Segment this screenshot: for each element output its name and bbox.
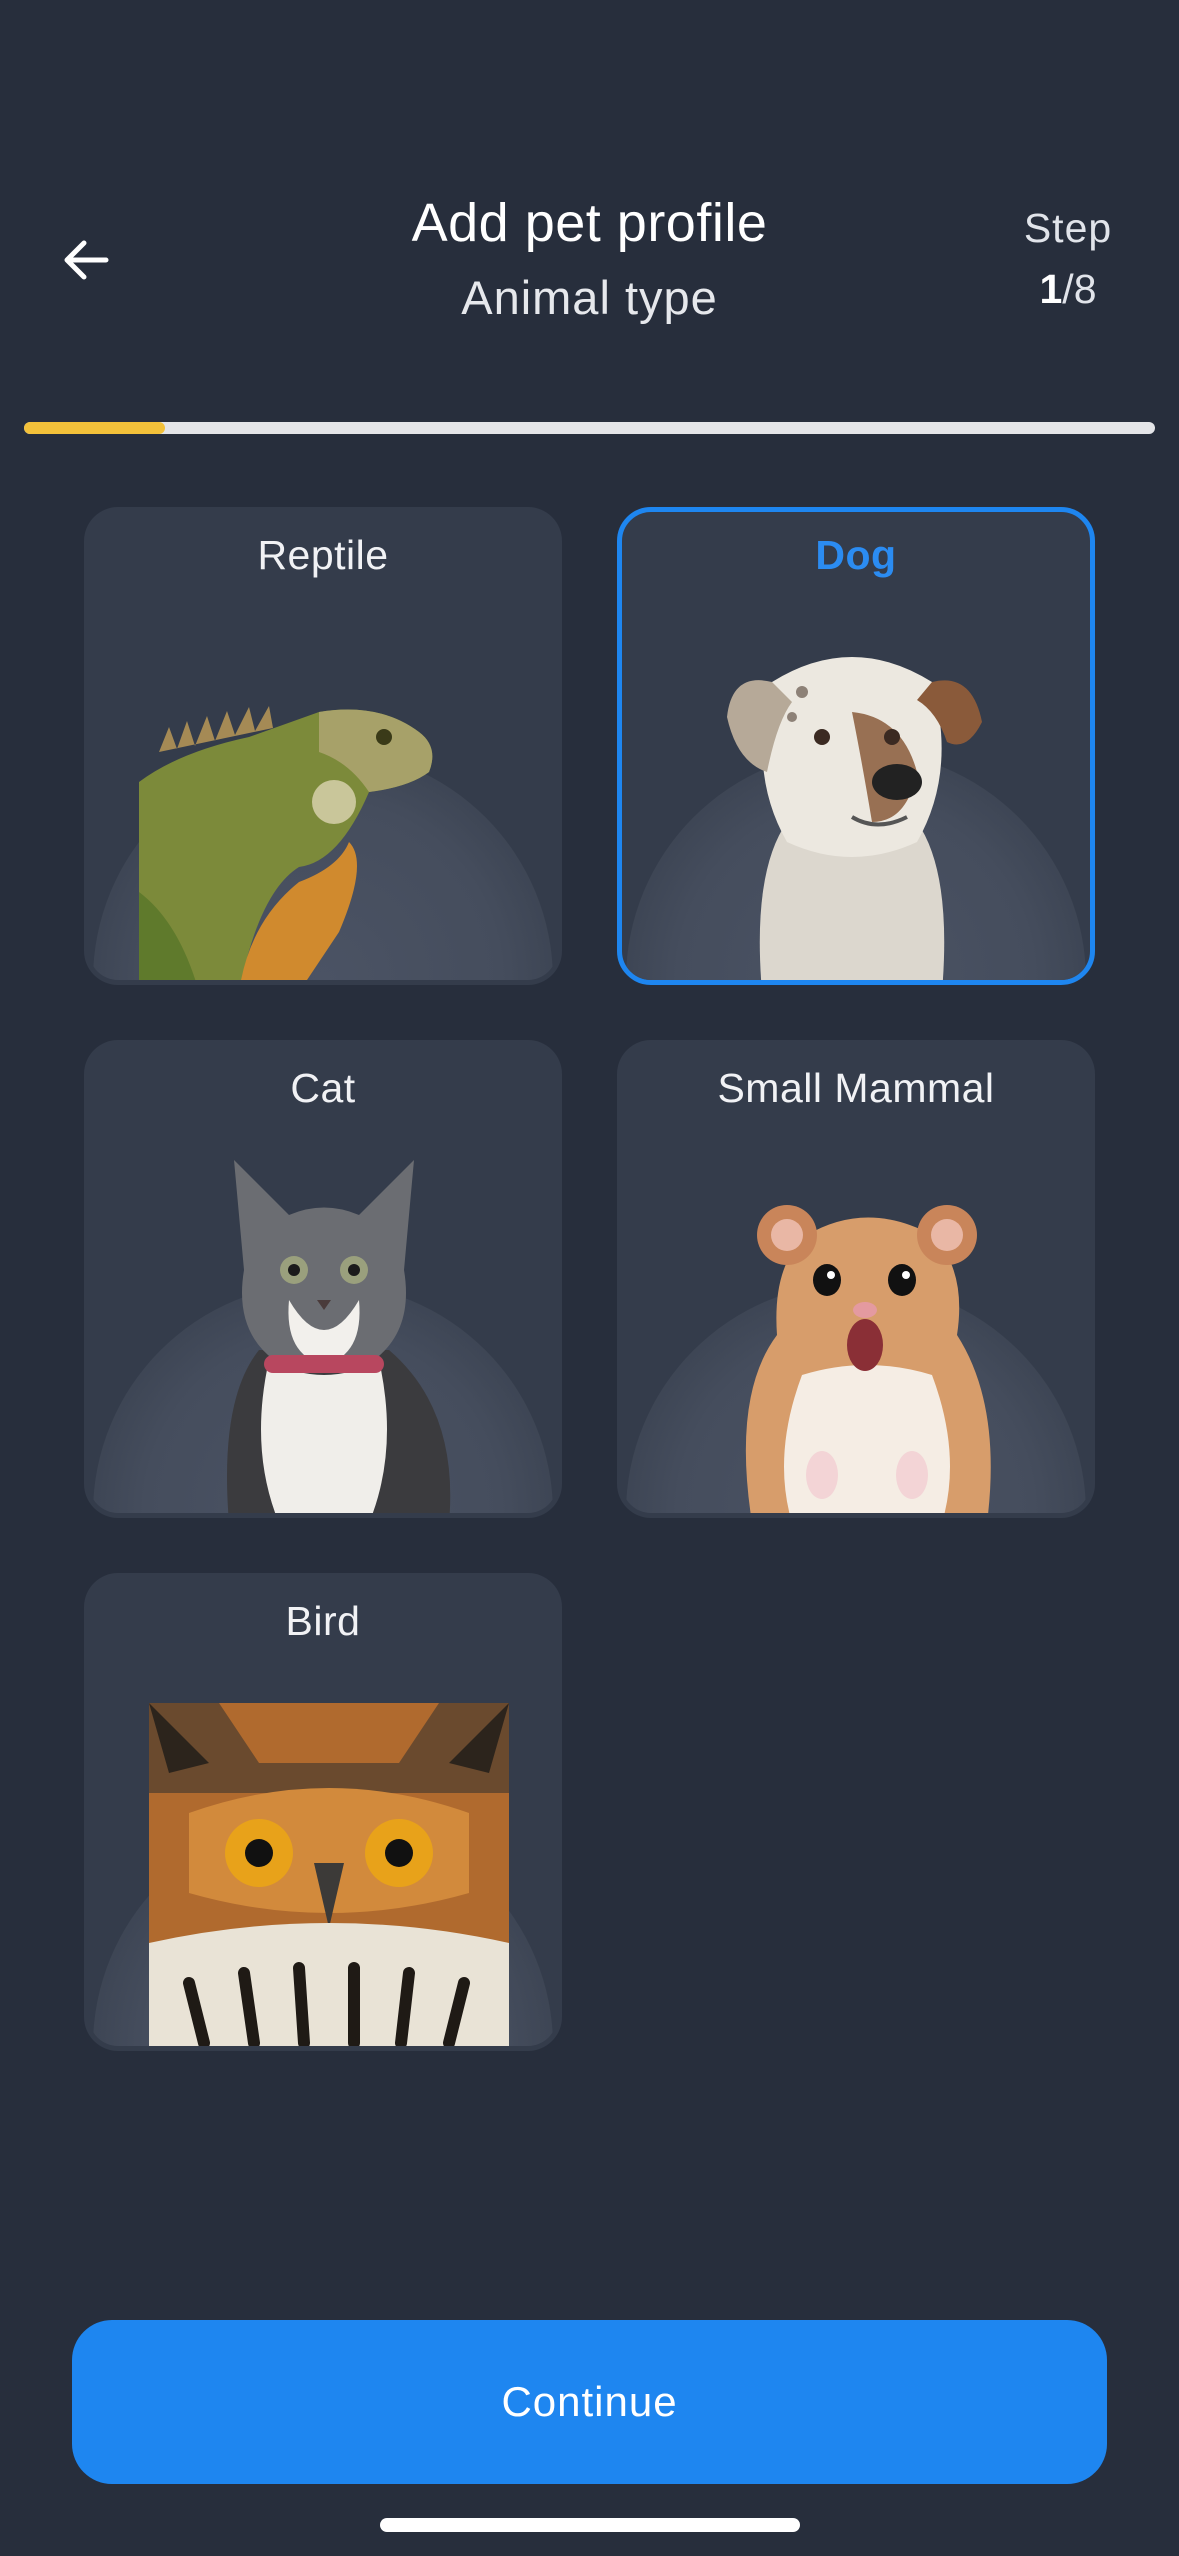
add-pet-profile-screen: Add pet profile Animal type Step 1/8 Rep… [0,0,1179,2556]
progress-fill [24,422,166,434]
animal-card-bird[interactable]: Bird [84,1573,562,2051]
step-indicator: Step 1/8 [983,205,1153,313]
animal-card-label: Cat [290,1065,356,1111]
progress-bar [24,422,1155,434]
step-label: Step [1023,205,1113,251]
hamster-image [745,1205,991,1513]
animal-card-small-mammal[interactable]: Small Mammal [617,1040,1095,1518]
owl-image [149,1703,509,2046]
step-current: 1 [1039,266,1063,312]
home-indicator[interactable] [380,2518,800,2532]
animal-card-label: Reptile [257,532,389,578]
iguana-image [139,706,433,980]
dog-image [727,657,982,980]
step-count: 1/8 [983,266,1153,313]
step-total: /8 [1062,266,1097,312]
animal-card-label: Bird [285,1598,361,1644]
animal-card-dog[interactable]: Dog [617,507,1095,985]
animal-card-cat[interactable]: Cat [84,1040,562,1518]
animal-card-reptile[interactable]: Reptile [84,507,562,985]
animal-card-label: Small Mammal [717,1065,995,1111]
cat-image [227,1160,451,1513]
continue-button[interactable]: Continue [72,2320,1107,2484]
animal-card-label: Dog [815,532,897,578]
